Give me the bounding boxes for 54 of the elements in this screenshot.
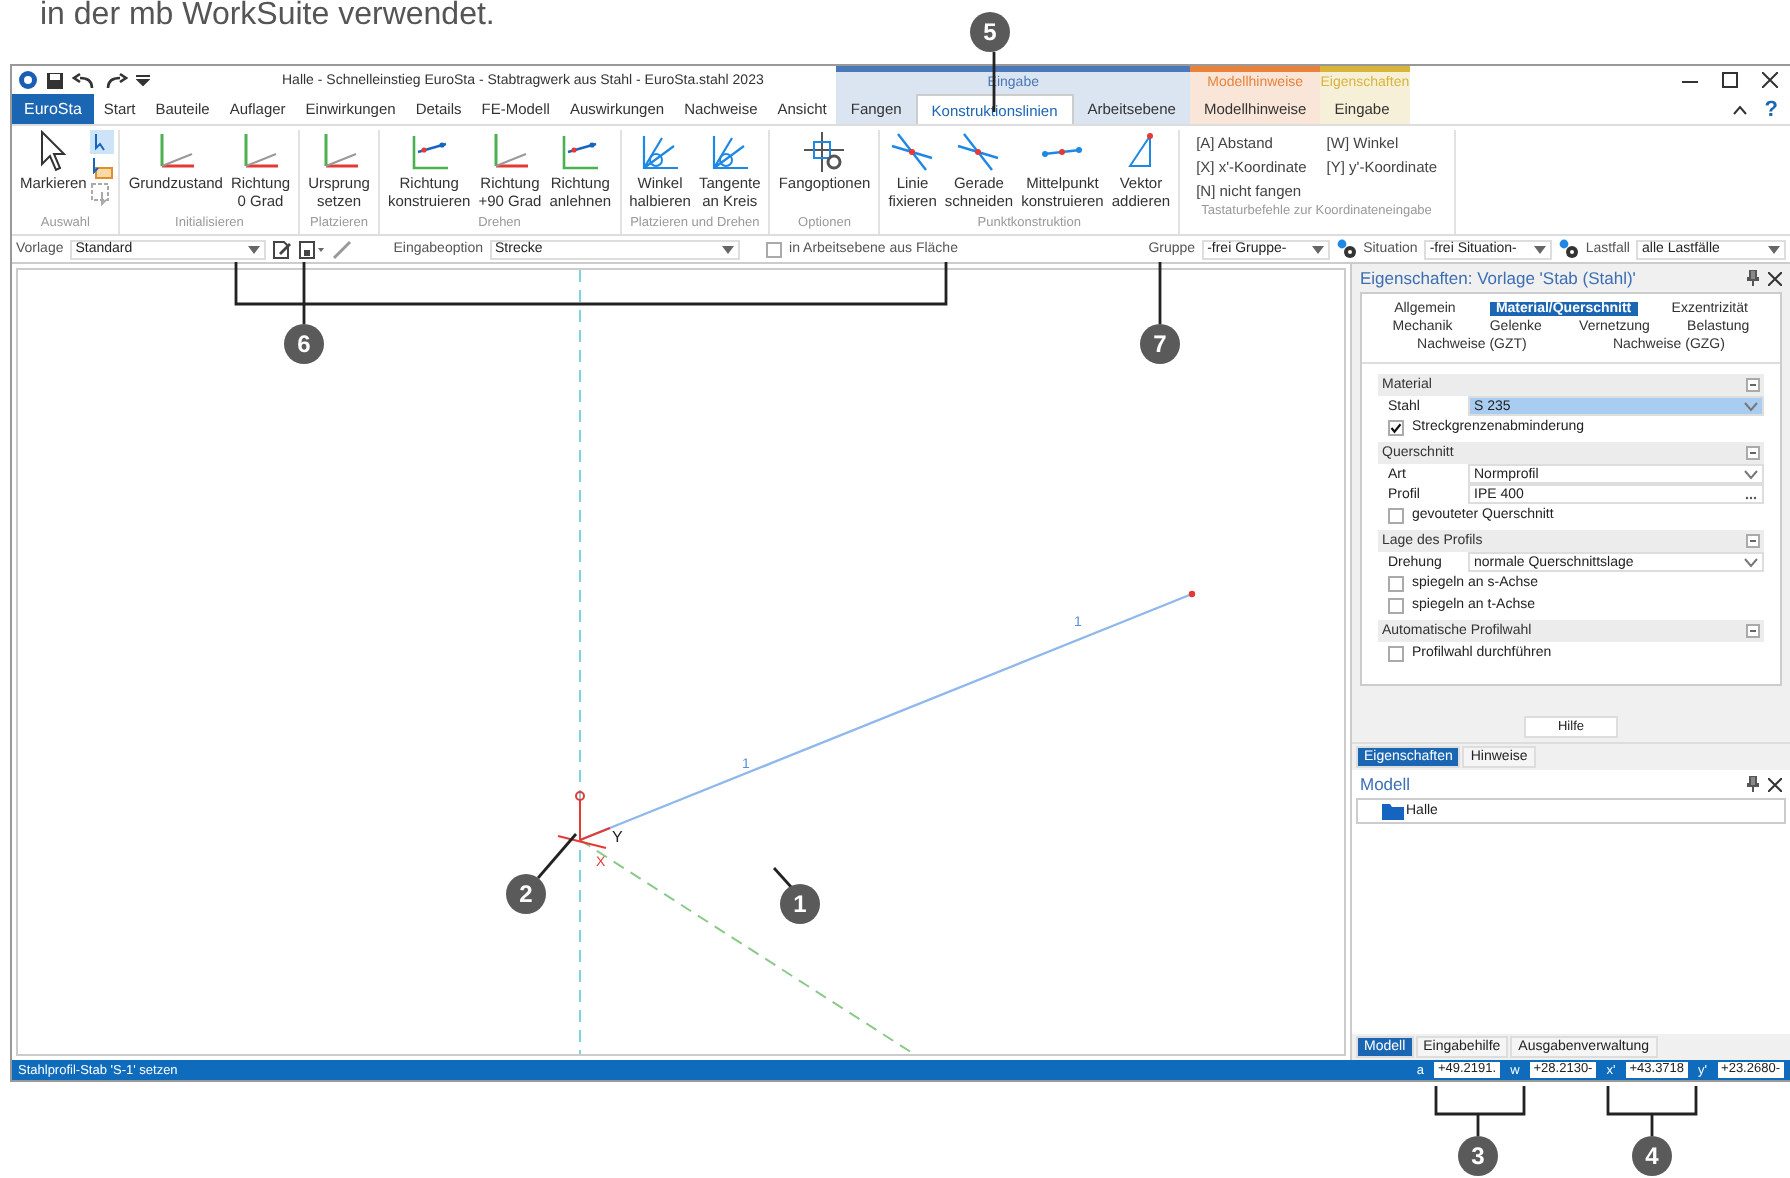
segment-midpoint-icon xyxy=(1040,146,1085,158)
selection-icon[interactable] xyxy=(90,156,115,180)
collapse-icon[interactable] xyxy=(1746,534,1760,548)
crossing-lines-icon xyxy=(890,130,935,174)
close-icon[interactable] xyxy=(1762,72,1778,88)
gear-icon[interactable] xyxy=(1335,238,1358,260)
callout-number: 5 xyxy=(970,12,1010,52)
dropdown-arrow-icon[interactable] xyxy=(721,245,734,253)
coordinate-axes-drawing xyxy=(557,791,611,849)
angle-lines-icon xyxy=(707,130,752,174)
collapse-icon[interactable] xyxy=(1746,446,1760,460)
callout-number: 4 xyxy=(1632,1136,1672,1176)
folder-icon xyxy=(1382,803,1404,819)
document-text: in der mb WorkSuite verwendet. xyxy=(40,0,495,36)
undo-icon[interactable] xyxy=(72,71,96,89)
leader-line xyxy=(1434,1084,1526,1138)
crosshair-icon xyxy=(802,130,847,174)
gear-icon[interactable] xyxy=(1557,238,1580,260)
pencil-icon[interactable] xyxy=(331,239,352,259)
file-tab[interactable]: EuroSta xyxy=(12,94,94,124)
panel-title: Eigenschaften: Vorlage 'Stab (Stahl)' xyxy=(1360,268,1638,288)
maximize-icon[interactable] xyxy=(1722,72,1738,88)
angle-lines-icon xyxy=(638,130,682,174)
close-icon[interactable] xyxy=(1768,271,1782,285)
crossing-lines-icon xyxy=(956,130,1001,174)
axis-label: Y xyxy=(612,828,623,846)
save-icon[interactable] xyxy=(46,71,64,89)
selection-icon[interactable] xyxy=(90,130,115,154)
dropdown-arrow-icon[interactable] xyxy=(1311,245,1324,253)
dropdown-arrow-icon[interactable] xyxy=(1768,245,1780,253)
save-template-icon[interactable] xyxy=(297,239,326,259)
help-button[interactable]: ? xyxy=(1764,97,1778,121)
leader-line xyxy=(1606,1084,1698,1138)
direction-line-icon xyxy=(407,130,452,174)
panel-title: Modell xyxy=(1360,774,1413,794)
pin-icon[interactable] xyxy=(1746,776,1760,792)
leader-line xyxy=(772,867,794,889)
callout-number: 3 xyxy=(1458,1136,1498,1176)
leader-line xyxy=(536,833,578,879)
collapse-icon[interactable] xyxy=(1746,624,1760,638)
dropdown-arrow-icon[interactable] xyxy=(1533,245,1546,253)
dropdown-arrow-icon[interactable] xyxy=(136,74,150,86)
collapse-icon[interactable] xyxy=(1746,378,1760,392)
collapse-ribbon-icon[interactable] xyxy=(1732,103,1749,115)
leader-line xyxy=(1158,262,1162,324)
checkmark-icon xyxy=(1390,419,1402,435)
redo-icon[interactable] xyxy=(104,71,128,89)
pin-icon[interactable] xyxy=(1746,270,1760,286)
document-edit-icon[interactable] xyxy=(271,239,292,259)
direction-line-icon xyxy=(558,130,603,174)
dropdown-arrow-icon[interactable] xyxy=(247,245,260,253)
close-icon[interactable] xyxy=(1768,777,1782,791)
leader-line xyxy=(992,52,996,112)
app-logo-icon[interactable] xyxy=(18,70,38,90)
